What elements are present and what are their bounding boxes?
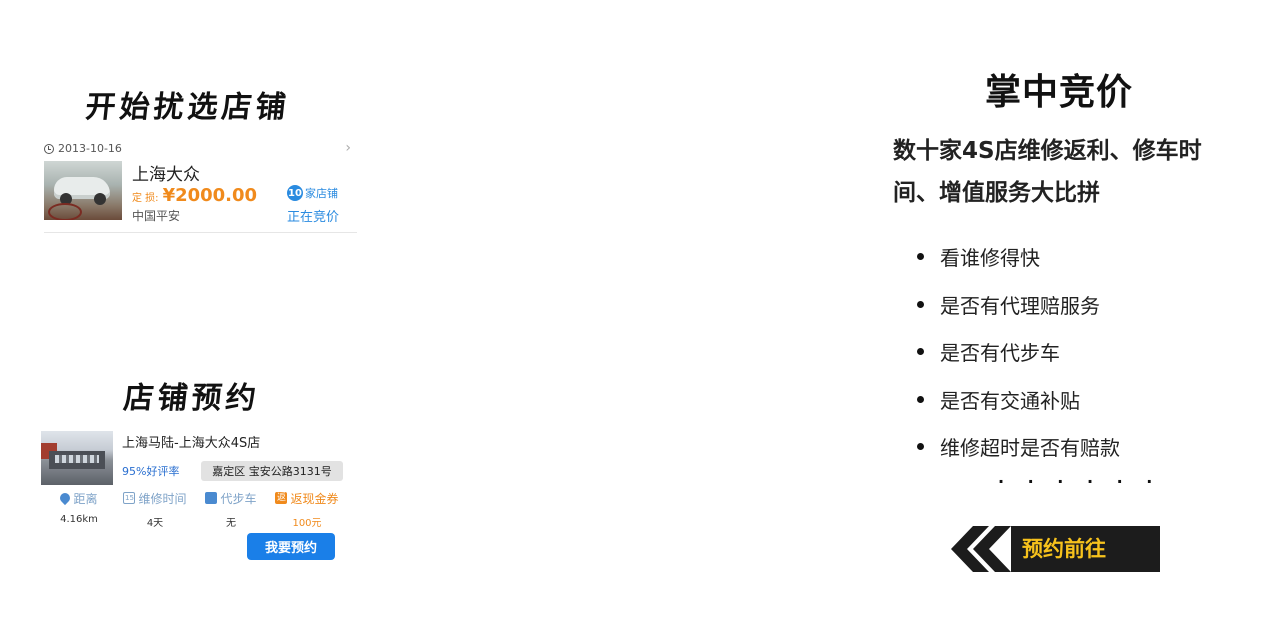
- metric-value: 4.16km: [60, 514, 98, 525]
- bid-date-row: 2013-10-16: [44, 142, 122, 155]
- store-count-unit: 家店铺: [305, 187, 338, 200]
- bid-date: 2013-10-16: [58, 142, 122, 155]
- more-ellipsis: · · · · · ·: [998, 472, 1162, 491]
- bid-store-card[interactable]: 2013-10-16 › 上海大众 定 损: ¥2000.00 中国平安 10 …: [44, 140, 357, 233]
- metric-label: 距离: [73, 491, 98, 506]
- book-now-button[interactable]: 我要预约: [247, 533, 335, 560]
- bullet-icon: [917, 300, 924, 308]
- clock-icon: [44, 143, 54, 154]
- list-item: 是否有代理赔服务: [917, 281, 1120, 329]
- list-item: 看谁修得快: [917, 233, 1120, 281]
- bullet-icon: [917, 443, 924, 451]
- metric-value: 无: [226, 518, 236, 529]
- deposit-value: ¥2000.00: [162, 185, 258, 206]
- bid-store-name: 上海大众: [132, 165, 200, 185]
- double-chevron-left-icon: [951, 526, 1011, 572]
- location-pin-icon: [58, 490, 73, 506]
- bidding-status: 正在竞价: [287, 210, 340, 225]
- chevron-right-icon[interactable]: ›: [345, 140, 351, 156]
- store-metrics: 距离 4.16km 15 维修时间 4天 代步车 无 返返现金券 100元: [41, 490, 347, 529]
- car-icon: [205, 492, 218, 504]
- list-item: 是否有交通补贴: [917, 376, 1120, 424]
- deposit-amount: 定 损: ¥2000.00: [132, 185, 257, 206]
- deposit-label: 定 损:: [132, 193, 159, 204]
- list-item: 是否有代步车: [917, 328, 1120, 376]
- store-photo: [41, 431, 113, 485]
- list-item: 维修超时是否有赔款: [917, 423, 1120, 471]
- book-go-button[interactable]: 预约前往: [949, 526, 1161, 572]
- bullet-icon: [917, 253, 924, 261]
- feature-description: 数十家4S店维修返利、修车时间、增值服务大比拼: [893, 138, 1202, 206]
- store-address: 嘉定区 宝安公路3131号: [201, 461, 343, 481]
- page-title: 掌中竞价: [985, 72, 1134, 113]
- booking-store-name: 上海马陆-上海大众4S店: [122, 436, 261, 451]
- metric-repair-time: 15 维修时间 4天: [117, 490, 193, 529]
- metric-distance: 距离 4.16km: [41, 490, 117, 529]
- booking-store-card: 上海马陆-上海大众4S店 95%好评率 嘉定区 宝安公路3131号 距离 4.1…: [41, 430, 347, 565]
- metric-value: 4天: [146, 518, 164, 529]
- cashback-icon: 返: [275, 492, 288, 504]
- book-go-label: 预约前往: [1022, 537, 1106, 561]
- metric-label: 代步车: [220, 491, 257, 506]
- bullet-icon: [917, 348, 924, 356]
- store-count-badge: 10: [287, 185, 303, 201]
- metric-value: 100元: [292, 518, 322, 529]
- metric-label: 返现金券: [290, 491, 339, 506]
- store-count: 10 家店铺: [287, 185, 338, 201]
- metric-label: 维修时间: [138, 491, 187, 506]
- metric-courtesy-car: 代步车 无: [193, 490, 269, 529]
- bullet-icon: [917, 395, 924, 403]
- calendar-icon: 15: [123, 492, 136, 504]
- heading-store-booking: 店铺预约: [121, 381, 262, 416]
- metric-cashback: 返返现金券 100元: [269, 490, 345, 529]
- insurer-name: 中国平安: [132, 209, 181, 223]
- store-rating: 95%好评率: [122, 465, 180, 478]
- heading-start-selecting-stores: 开始扰选店铺: [83, 90, 292, 125]
- car-photo: [44, 161, 122, 220]
- feature-list: 看谁修得快 是否有代理赔服务 是否有代步车 是否有交通补贴 维修超时是否有赔款: [917, 233, 1120, 471]
